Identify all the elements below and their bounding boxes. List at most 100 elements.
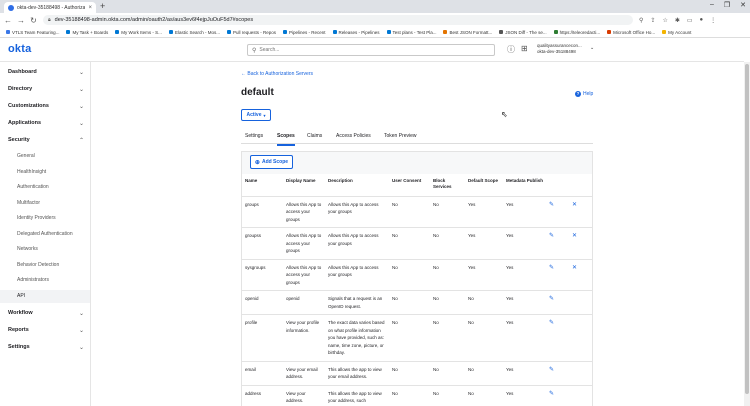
bookmark-item[interactable]: Elastic Search - Mos... <box>168 30 220 35</box>
scope-name-cell: email <box>242 361 283 386</box>
tab-token-preview[interactable]: Token Preview <box>384 133 417 144</box>
add-scope-button[interactable]: ⊕ Add Scope <box>250 155 293 169</box>
tab-bar: Settings Scopes Claims Access Policies T… <box>241 128 593 146</box>
sidebar-item-api[interactable]: API <box>0 290 90 303</box>
sidebar-item-multifactor[interactable]: Multifactor <box>0 197 90 210</box>
bookmark-favicon-icon <box>168 30 173 34</box>
question-icon: ? <box>575 91 581 97</box>
search-box[interactable]: ⚲ <box>247 44 495 56</box>
bookmark-item[interactable]: Releases - Pipelines <box>332 30 380 35</box>
bookmark-item[interactable]: Best JSON Formatt... <box>443 30 492 35</box>
minimize-icon[interactable]: – <box>710 1 714 9</box>
star-icon[interactable]: ☆ <box>662 17 667 24</box>
pencil-icon[interactable]: ✎ <box>549 391 554 399</box>
reload-icon[interactable]: ↻ <box>30 16 37 25</box>
bookmark-item[interactable]: Test plans - Test Pla... <box>386 29 437 35</box>
url-field[interactable]: 🔒︎ dev-35188498-admin.okta.com/admin/oau… <box>43 15 633 25</box>
chevron-down-icon: ⌄ <box>78 328 84 334</box>
pencil-icon[interactable]: ✎ <box>549 233 554 241</box>
pencil-icon[interactable]: ✎ <box>549 202 554 210</box>
bookmark-item[interactable]: JSON Diff - The se... <box>499 30 547 35</box>
bookmark-favicon-icon <box>66 30 71 34</box>
sidebar-section-reports[interactable]: Reports ⌄ <box>8 327 84 334</box>
sidebar-item-healthinsight[interactable]: HealthInsight <box>0 166 90 179</box>
bookmark-item[interactable]: Pipelines - Recent <box>282 29 326 35</box>
bookmark-item[interactable]: Pull requests - Repos <box>226 30 276 35</box>
bookmark-item[interactable]: Microsoft Office Ho... <box>607 30 655 35</box>
pencil-icon[interactable]: ✎ <box>549 296 554 304</box>
sidebar-item-delegated-authentication[interactable]: Delegated Authentication <box>0 228 90 241</box>
menu-icon[interactable]: ⋮ <box>710 17 716 24</box>
help-link[interactable]: ? Help <box>575 91 593 97</box>
table-row: profile View your profile information. The… <box>242 314 592 362</box>
bookmark-label: Pipelines - Recent <box>288 29 326 35</box>
forward-icon[interactable]: → <box>17 16 25 25</box>
bookmark-label: Test plans - Test Pla... <box>392 29 437 35</box>
delete-x-icon[interactable]: ✕ <box>572 202 577 210</box>
browser-tab[interactable]: okta-dev-35188498 - Authorizat... × <box>4 2 96 13</box>
scope-default-cell: No <box>465 290 503 315</box>
sidebar-section-label: Settings <box>8 344 30 350</box>
delete-x-icon[interactable]: ✕ <box>572 265 577 273</box>
scrollbar-thumb[interactable] <box>745 64 749 394</box>
sidebar-section-label: Customizations <box>8 103 49 109</box>
okta-logo[interactable]: okta <box>8 43 31 55</box>
share-icon[interactable]: ⇪ <box>650 17 655 24</box>
scope-block-services-cell: No <box>430 259 465 291</box>
bookmark-item[interactable]: My Account <box>662 30 691 35</box>
back-icon[interactable]: ← <box>4 16 12 25</box>
back-to-servers-link[interactable]: ← Back to Authorization Servers <box>241 71 313 77</box>
maximize-icon[interactable]: ❐ <box>724 1 730 9</box>
bookmark-item[interactable]: My Task + Boards <box>66 30 108 35</box>
scope-description-cell: Allows this App to access your groups <box>325 259 389 291</box>
sidebar-item-general[interactable]: General <box>0 150 90 163</box>
sidebar-section-directory[interactable]: Directory ⌄ <box>8 86 84 93</box>
sidebar-icon[interactable]: ▭ <box>687 17 693 24</box>
bookmark-item[interactable]: My Work Items - S... <box>115 30 162 35</box>
account-menu[interactable]: qualityassurancecon... okta-dev-35188498… <box>537 43 594 55</box>
sidebar-section-label: Directory <box>8 86 33 92</box>
sidebar-section-security[interactable]: Security ⌃ <box>8 137 84 144</box>
search-input[interactable] <box>259 47 480 53</box>
pencil-icon[interactable]: ✎ <box>549 265 554 273</box>
sidebar-section-label: Dashboard <box>8 69 37 75</box>
bookmark-item[interactable]: https://teleoredacti... <box>553 30 600 35</box>
bookmark-favicon-icon <box>386 30 391 34</box>
sidebar-section-dashboard[interactable]: Dashboard ⌄ <box>8 69 84 76</box>
sidebar-item-networks[interactable]: Networks <box>0 243 90 256</box>
scope-metadata-publish-cell: Yes <box>503 314 546 362</box>
zoom-icon[interactable]: ⚲ <box>639 17 643 24</box>
close-window-icon[interactable]: ✕ <box>740 1 746 9</box>
sidebar-item-identity-providers[interactable]: Identity Providers <box>0 212 90 225</box>
new-tab-button[interactable]: + <box>100 1 105 11</box>
scope-description-cell: Allows this App to access your groups <box>325 227 389 260</box>
status-dropdown[interactable]: Active ▾ <box>241 109 271 121</box>
sidebar-section-customizations[interactable]: Customizations ⌄ <box>8 103 84 110</box>
edit-cell: ✎ <box>546 259 569 291</box>
sidebar-section-workflow[interactable]: Workflow ⌄ <box>8 310 84 317</box>
tab-scopes[interactable]: Scopes <box>277 133 295 146</box>
sidebar-item-authentication[interactable]: Authentication <box>0 181 90 194</box>
sidebar-item-behavior-detection[interactable]: Behavior Detection <box>0 259 90 272</box>
bookmark-item[interactable]: VTLS Team Featuring... <box>6 30 59 35</box>
delete-x-icon[interactable]: ✕ <box>572 233 577 241</box>
sidebar-section-applications[interactable]: Applications ⌄ <box>8 120 84 127</box>
tab-settings[interactable]: Settings <box>245 133 263 144</box>
tab-access-policies[interactable]: Access Policies <box>336 133 371 144</box>
extensions-icon[interactable]: ✱ <box>675 17 680 24</box>
scope-name-cell: sysgroups <box>242 259 283 291</box>
tab-claims[interactable]: Claims <box>307 133 322 144</box>
scope-metadata-publish-cell: Yes <box>503 227 546 260</box>
pencil-icon[interactable]: ✎ <box>549 320 554 328</box>
apps-grid-icon[interactable]: ⊞ <box>521 44 528 55</box>
page-scrollbar[interactable] <box>744 62 750 406</box>
profile-icon[interactable]: ● <box>700 17 704 24</box>
table-row: address View your address. This allows the… <box>242 385 592 406</box>
sidebar-item-administrators[interactable]: Administrators <box>0 274 90 287</box>
bookmark-favicon-icon <box>226 30 231 34</box>
scope-description-cell: This allows the app to view your email a… <box>325 361 389 386</box>
pencil-icon[interactable]: ✎ <box>549 367 554 375</box>
help-circle-icon[interactable]: ⓘ <box>507 44 515 55</box>
close-tab-icon[interactable]: × <box>88 5 92 11</box>
sidebar-section-settings[interactable]: Settings ⌄ <box>8 344 84 351</box>
